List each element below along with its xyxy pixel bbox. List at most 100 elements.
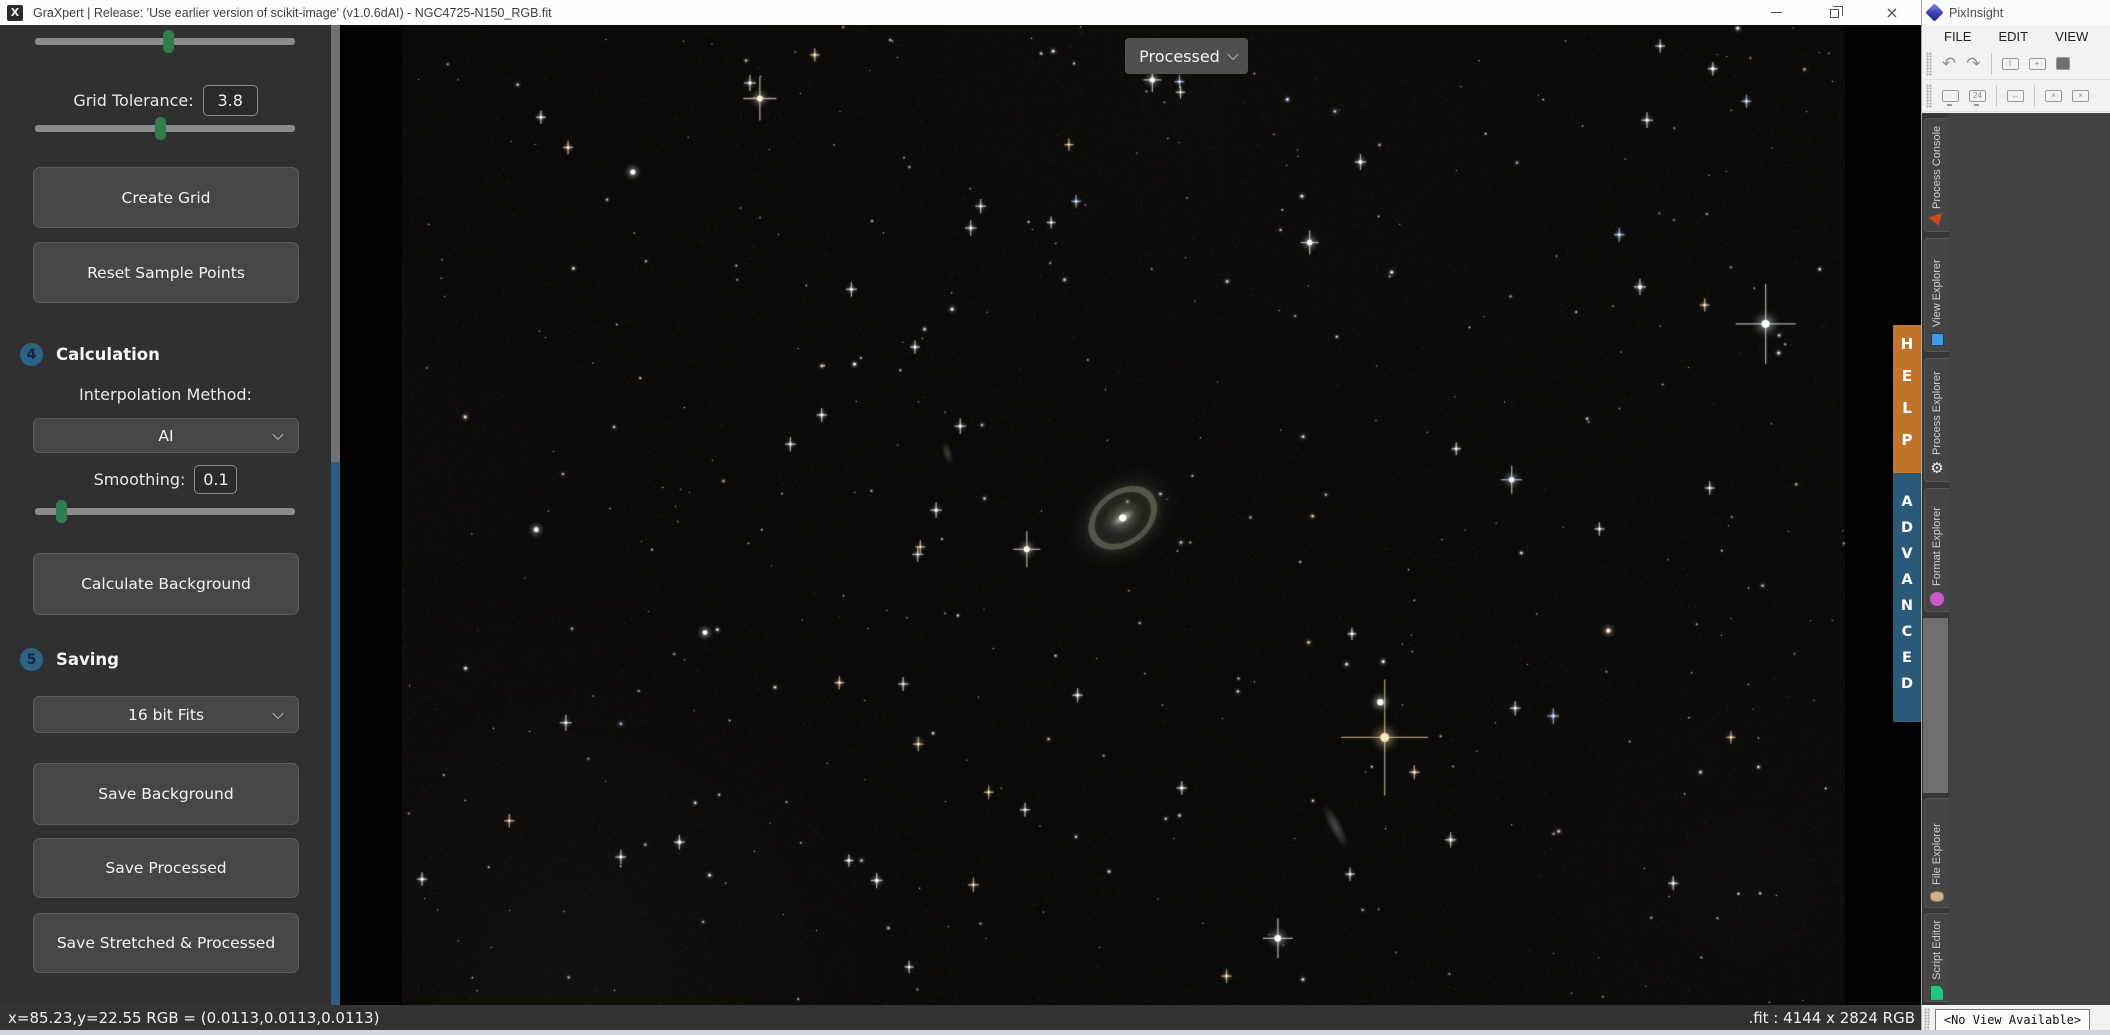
chevron-down-icon [272, 428, 284, 440]
graxpert-statusbar: x=85.23,y=22.55 RGB = (0.0113,0.0113,0.0… [0, 1005, 1921, 1030]
pixinsight-workspace [1949, 113, 2110, 1005]
redo-icon[interactable]: ↷ [1966, 54, 1980, 74]
graxpert-titlebar: X GraXpert | Release: 'Use earlier versi… [0, 0, 1921, 25]
create-grid-button[interactable]: Create Grid [33, 167, 299, 228]
pixinsight-panel: PixInsight FILE EDIT VIEW ↶ ↷ I + 24 ← ×… [1921, 0, 2110, 1035]
process-explorer-icon: ⚙ [1930, 460, 1944, 477]
help-tab[interactable]: HELP [1893, 325, 1921, 473]
tab-label: Format Explorer [1931, 507, 1943, 586]
view-explorer-icon [1930, 333, 1944, 346]
reset-sample-points-button[interactable]: Reset Sample Points [33, 242, 299, 303]
tab-process-console[interactable]: Process Console [1924, 118, 1949, 232]
pixinsight-toolbar-row1: ↶ ↷ I + [1922, 48, 2110, 80]
view-selector[interactable]: <No View Available> [1935, 1009, 2090, 1031]
restore-button[interactable] [1805, 0, 1863, 25]
monitor-24bit-icon[interactable]: 24 [1969, 89, 1986, 106]
file-explorer-icon [1930, 891, 1944, 902]
tab-format-explorer[interactable]: Format Explorer [1924, 488, 1949, 612]
help-tab-label: HELP [1898, 335, 1916, 463]
file-format-value: 16 bit Fits [127, 705, 205, 724]
interpolation-method-dropdown[interactable]: AI [33, 418, 299, 453]
close-all-windows-icon[interactable]: × [2072, 89, 2089, 102]
toolbar-drag-handle[interactable] [1926, 51, 1932, 76]
tab-label: Process Console [1931, 125, 1943, 209]
menu-file[interactable]: FILE [1944, 29, 1971, 44]
smoothing-input[interactable] [194, 465, 238, 494]
sidebar-scrollbar[interactable] [331, 25, 340, 1005]
screen-transfer-icon[interactable] [2055, 57, 2070, 70]
minimize-icon [1770, 11, 1782, 14]
scrollbar-thumb[interactable] [331, 462, 340, 1005]
pixinsight-body: Process Console View Explorer Process Ex… [1922, 113, 2110, 1005]
tab-view-explorer[interactable]: View Explorer [1924, 238, 1949, 352]
grid-tolerance-input[interactable] [202, 85, 258, 116]
format-explorer-icon [1930, 592, 1944, 606]
interpolation-method-label: Interpolation Method: [79, 385, 252, 404]
image-viewer: Processed HELP ADVANCED [340, 25, 1921, 1005]
save-processed-button[interactable]: Save Processed [33, 838, 299, 898]
dock-window-icon[interactable]: ← [2007, 89, 2024, 102]
toolbar-separator [2034, 84, 2035, 107]
process-console-icon [1928, 212, 1946, 229]
pixinsight-titlebar: PixInsight [1922, 0, 2110, 25]
rename-view-icon[interactable]: I [2001, 57, 2019, 70]
tab-process-explorer[interactable]: Process Explorer ⚙ [1924, 358, 1949, 482]
graxpert-sidebar: Grid Tolerance: Create Grid Reset Sample… [0, 25, 331, 1005]
menu-view[interactable]: VIEW [2055, 29, 2088, 44]
step-5-badge: 5 [20, 648, 43, 671]
pixinsight-logo-icon [1925, 3, 1944, 22]
file-info-readout: .fit : 4144 x 2824 RGB [1748, 1008, 1915, 1027]
menu-edit[interactable]: EDIT [1998, 29, 2028, 44]
toolbar-separator [1990, 52, 1992, 75]
undo-icon[interactable]: ↶ [1942, 54, 1956, 74]
advanced-tab[interactable]: ADVANCED [1893, 473, 1921, 722]
smoothing-slider[interactable] [35, 500, 295, 523]
script-editor-icon [1931, 985, 1943, 1000]
toolbar-drag-handle[interactable] [1926, 83, 1932, 108]
grid-tolerance-label: Grid Tolerance: [73, 91, 194, 110]
chevron-down-icon [272, 707, 284, 719]
window-title: GraXpert | Release: 'Use earlier version… [33, 5, 552, 20]
pixinsight-title: PixInsight [1949, 5, 2004, 20]
minimize-button[interactable] [1747, 0, 1805, 25]
new-image-window-icon[interactable]: + [2028, 57, 2046, 70]
slider-thumb[interactable] [56, 500, 67, 523]
tab-file-explorer[interactable]: File Explorer [1924, 798, 1949, 908]
chevron-down-icon [1227, 48, 1239, 61]
toolbar-drag-handle[interactable] [1924, 1008, 1930, 1032]
restore-icon [1829, 6, 1843, 18]
tab-label: View Explorer [1931, 259, 1943, 327]
close-button[interactable]: × [1863, 0, 1921, 25]
display-mode-value: Processed [1139, 46, 1220, 66]
save-background-button[interactable]: Save Background [33, 763, 299, 825]
graxpert-app-icon: X [7, 4, 23, 21]
slider-thumb[interactable] [155, 117, 166, 140]
tabstrip-scroll-thumb[interactable] [1923, 618, 1948, 793]
application-root: X GraXpert | Release: 'Use earlier versi… [0, 0, 2110, 1035]
advanced-tab-label: ADVANCED [1899, 493, 1915, 702]
step-4-badge: 4 [20, 343, 43, 366]
toolbar-separator [1996, 84, 1997, 107]
scrollbar-track[interactable] [331, 25, 340, 462]
display-mode-dropdown[interactable]: Processed [1125, 38, 1248, 74]
pixinsight-side-tabstrip: Process Console View Explorer Process Ex… [1922, 113, 1949, 1005]
sample-points-slider[interactable] [35, 30, 295, 53]
calculation-heading: Calculation [56, 345, 160, 364]
tab-script-editor[interactable]: Script Editor [1924, 913, 1949, 1002]
cursor-position-readout: x=85.23,y=22.55 RGB = (0.0113,0.0113,0.0… [8, 1008, 380, 1027]
close-icon: × [1885, 2, 1899, 22]
interpolation-method-value: AI [158, 426, 174, 445]
save-stretched-processed-button[interactable]: Save Stretched & Processed [33, 913, 299, 973]
file-format-dropdown[interactable]: 16 bit Fits [33, 696, 299, 733]
slider-thumb[interactable] [163, 30, 174, 53]
grid-tolerance-slider[interactable] [35, 117, 295, 140]
pixinsight-menubar: FILE EDIT VIEW [1922, 25, 2110, 48]
calculate-background-button[interactable]: Calculate Background [33, 553, 299, 615]
close-window-icon[interactable]: × [2045, 89, 2062, 102]
monitor-icon[interactable] [1942, 89, 1959, 106]
windows-taskbar-edge [0, 1030, 2110, 1035]
pixinsight-toolbar-row2: 24 ← × × [1922, 80, 2110, 112]
tab-label: File Explorer [1931, 823, 1943, 885]
astro-image-canvas[interactable] [402, 25, 1845, 1005]
saving-heading: Saving [56, 650, 119, 669]
